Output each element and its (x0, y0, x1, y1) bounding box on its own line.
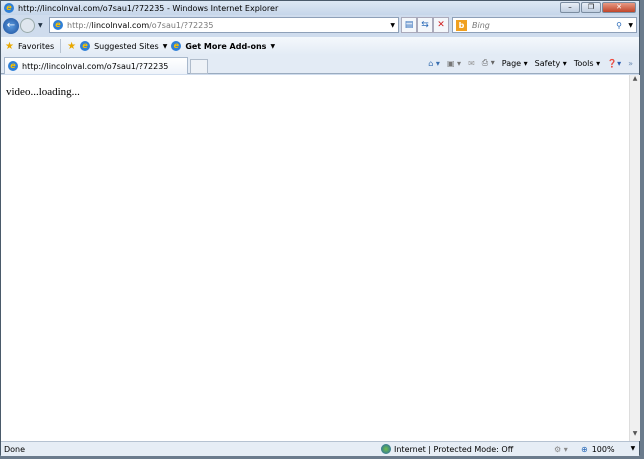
close-button[interactable]: ✕ (602, 2, 636, 13)
address-path: /o7sau1/?72235 (149, 20, 214, 30)
search-placeholder: Bing (472, 20, 490, 30)
globe-icon (381, 444, 391, 454)
forward-button[interactable] (20, 18, 35, 33)
page-menu[interactable]: Page ▾ (502, 59, 528, 68)
page-content: video...loading... (1, 75, 629, 441)
address-dropdown-icon[interactable]: ▼ (390, 22, 395, 29)
favorites-button[interactable]: Favorites (18, 42, 54, 51)
zoom-level: 100% (591, 444, 615, 454)
zoom-dropdown-icon[interactable]: ▼ (631, 445, 636, 454)
address-host: lincolnval.com (91, 20, 150, 30)
tools-menu[interactable]: Tools ▾ (574, 59, 600, 68)
print-icon[interactable]: ⎙ ▾ (482, 58, 495, 68)
minimize-button[interactable]: – (560, 2, 580, 13)
safety-menu[interactable]: Safety ▾ (535, 59, 567, 68)
scroll-up-icon[interactable]: ▲ (630, 75, 640, 86)
status-bar: Done Internet | Protected Mode: Off ⚙ ▾ … (1, 441, 639, 456)
page-icon: e (53, 20, 63, 30)
refresh-button[interactable]: ⇆ (417, 17, 433, 33)
zoom-icon: ⊕ (581, 444, 588, 454)
back-button[interactable]: ← (3, 17, 19, 34)
add-favorite-icon[interactable]: ★ (67, 41, 76, 52)
favorites-bar: ★ Favorites ★ e Suggested Sites ▼ e Get M… (1, 37, 639, 55)
search-icon[interactable]: ⚲ (616, 21, 622, 30)
mail-icon[interactable]: ✉ (468, 59, 475, 68)
search-options-dropdown[interactable]: ▼ (628, 22, 633, 29)
browser-window: e http://lincolnval.com/o7sau1/?72235 - … (0, 0, 640, 456)
ie-icon: e (8, 61, 18, 71)
suggested-sites-button[interactable]: Suggested Sites (94, 42, 159, 51)
compatibility-view-button[interactable]: ▤ (401, 17, 417, 33)
pop-up-blocker-icon[interactable]: ⚙ ▾ (554, 445, 568, 454)
search-box[interactable]: b Bing ⚲ ▼ (452, 17, 637, 33)
feeds-icon[interactable]: ▣ ▾ (447, 59, 461, 68)
navigation-bar: ← ▼ e http://lincolnval.com/o7sau1/?7223… (1, 15, 639, 36)
more-chevron-icon[interactable]: » (628, 59, 633, 68)
ie-icon: e (4, 3, 14, 13)
tab-bar: e http://lincolnval.com/o7sau1/?72235 ⌂ … (1, 55, 639, 74)
status-text: Done (4, 444, 26, 454)
address-bar[interactable]: e http://lincolnval.com/o7sau1/?72235 ▼ (49, 17, 399, 33)
vertical-scrollbar[interactable]: ▲ ▼ (629, 75, 640, 441)
address-prefix: http:// (67, 20, 92, 30)
bing-icon: b (456, 19, 467, 31)
zone-text: Internet | Protected Mode: Off (394, 444, 514, 454)
home-icon[interactable]: ⌂ ▾ (428, 59, 440, 68)
scroll-down-icon[interactable]: ▼ (630, 430, 640, 441)
security-zone[interactable]: Internet | Protected Mode: Off (381, 444, 513, 454)
tab-active[interactable]: e http://lincolnval.com/o7sau1/?72235 (4, 57, 188, 74)
tab-label: http://lincolnval.com/o7sau1/?72235 (22, 61, 169, 71)
recent-pages-dropdown[interactable]: ▼ (38, 22, 43, 29)
favorites-star-icon: ★ (5, 40, 14, 52)
stop-button[interactable]: ✕ (433, 17, 449, 33)
title-bar: e http://lincolnval.com/o7sau1/?72235 - … (1, 1, 639, 15)
new-tab-button[interactable] (190, 59, 208, 74)
window-title: http://lincolnval.com/o7sau1/?72235 - Wi… (18, 3, 279, 13)
help-icon[interactable]: ❓▾ (607, 59, 621, 68)
command-bar: ⌂ ▾ ▣ ▾ ✉ ⎙ ▾ Page ▾ Safety ▾ Tools ▾ ❓▾… (428, 58, 633, 68)
divider (60, 39, 62, 53)
zoom-control[interactable]: ⊕ 100% ▼ (581, 445, 635, 454)
get-addons-button[interactable]: Get More Add-ons (185, 42, 266, 51)
loading-text: video...loading... (6, 86, 80, 98)
restore-button[interactable]: ❐ (581, 2, 601, 13)
ie-icon: e (80, 41, 91, 51)
ie-icon: e (171, 41, 182, 51)
